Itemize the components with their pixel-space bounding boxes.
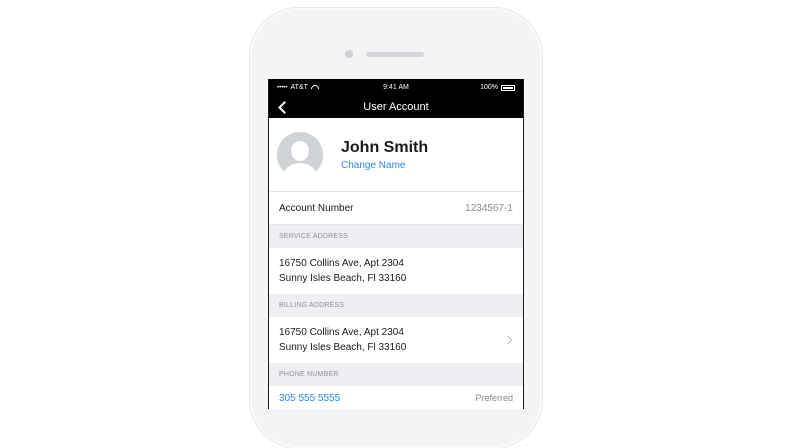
- billing-address-header: BILLING ADDRESS: [269, 294, 523, 317]
- status-bar: ••••• AT&T 9:41 AM 100%: [269, 79, 523, 96]
- profile-text: John Smith Change Name: [341, 139, 428, 171]
- avatar-icon[interactable]: [277, 131, 323, 178]
- phone-number-row: 305 555 5555 Preferred: [269, 386, 523, 409]
- service-address-line1: 16750 Collins Ave, Apt 2304: [279, 258, 404, 269]
- user-name: John Smith: [341, 138, 429, 156]
- profile-section: John Smith Change Name: [269, 118, 523, 192]
- billing-address-row[interactable]: 16750 Collins Ave, Apt 2304 Sunny Isles …: [269, 317, 523, 363]
- account-number-value: 1234567-1: [465, 202, 513, 214]
- account-number-row: Account Number 1234567-1: [269, 192, 523, 225]
- status-time: 9:41 AM: [383, 84, 409, 91]
- phone-number-link[interactable]: 305 555 5555: [279, 393, 340, 404]
- change-name-link[interactable]: Change Name: [341, 160, 428, 171]
- phone-screen: ••••• AT&T 9:41 AM 100% User Account Joh…: [268, 79, 524, 409]
- phone-number-header: PHONE NUMBER: [269, 363, 523, 386]
- billing-address-line2: Sunny Isles Beach, Fl 33160: [279, 342, 407, 353]
- back-button[interactable]: [275, 98, 291, 116]
- nav-title: User Account: [363, 101, 429, 113]
- service-address-header: SERVICE ADDRESS: [269, 225, 523, 248]
- billing-address-line1: 16750 Collins Ave, Apt 2304: [279, 327, 404, 338]
- nav-bar: User Account: [269, 96, 523, 118]
- account-number-label: Account Number: [279, 202, 354, 214]
- avatar-head: [291, 140, 309, 161]
- service-address-line2: Sunny Isles Beach, Fl 33160: [279, 273, 407, 284]
- earpiece: [366, 52, 424, 57]
- avatar-body: [284, 162, 316, 178]
- preferred-tag: Preferred: [475, 393, 513, 403]
- chevron-left-icon: [278, 100, 291, 114]
- camera-dot: [345, 50, 353, 58]
- battery-icon: [501, 84, 515, 91]
- service-address: 16750 Collins Ave, Apt 2304 Sunny Isles …: [269, 248, 523, 294]
